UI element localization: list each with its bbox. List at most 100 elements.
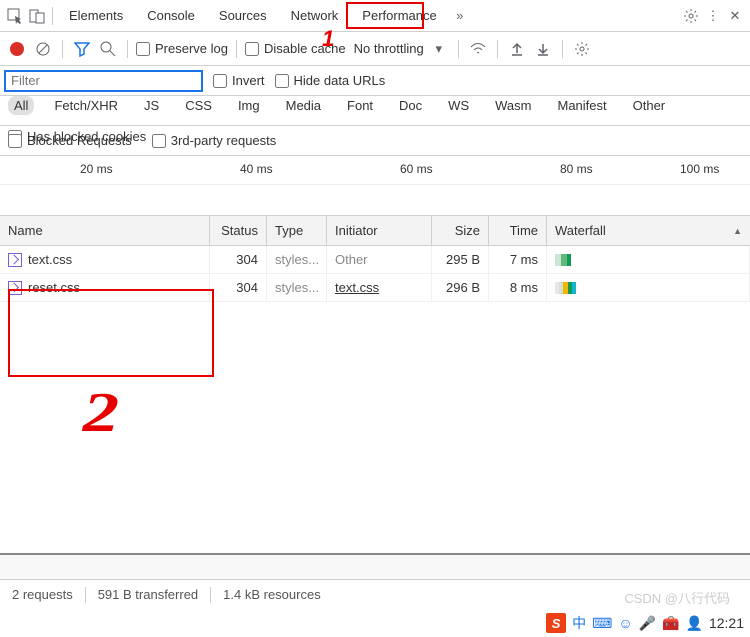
watermark: CSDN @八行代码 — [624, 588, 730, 607]
separator — [236, 40, 237, 58]
download-icon[interactable] — [532, 38, 554, 60]
separator — [562, 40, 563, 58]
filter-other[interactable]: Other — [627, 96, 672, 115]
table-row[interactable]: reset.css 304styles...text.css296 B8 ms — [0, 274, 750, 302]
ime-indicator[interactable]: 中 — [572, 613, 586, 633]
col-size[interactable]: Size — [432, 216, 489, 245]
network-toolbar: Preserve log Disable cache No throttling… — [0, 32, 750, 66]
filter-ws[interactable]: WS — [442, 96, 475, 115]
col-time[interactable]: Time — [489, 216, 547, 245]
sogou-icon[interactable]: S — [546, 613, 566, 633]
request-status: 304 — [210, 246, 267, 273]
annotation-mark-2: 2 — [83, 381, 119, 445]
request-time: 8 ms — [489, 274, 547, 301]
timeline-tick: 80 ms — [560, 162, 593, 176]
col-status[interactable]: Status — [210, 216, 267, 245]
timeline-overview[interactable]: 20 ms 40 ms 60 ms 80 ms 100 ms — [0, 156, 750, 216]
status-resources: 1.4 kB resources — [223, 587, 321, 602]
request-waterfall — [547, 274, 750, 301]
timeline-tick: 40 ms — [240, 162, 273, 176]
search-icon[interactable] — [97, 38, 119, 60]
panel-tabs: Elements Console Sources Network Perform… — [57, 1, 680, 30]
preserve-log-checkbox[interactable]: Preserve log — [136, 41, 228, 56]
request-type: styles... — [267, 274, 327, 301]
request-name: reset.css — [28, 280, 80, 295]
timeline-tick: 100 ms — [680, 162, 719, 176]
filter-font[interactable]: Font — [341, 96, 379, 115]
status-requests: 2 requests — [12, 587, 73, 602]
col-waterfall[interactable]: Waterfall — [547, 216, 750, 245]
tab-network[interactable]: Network — [279, 1, 351, 30]
separator — [62, 40, 63, 58]
request-type: styles... — [267, 246, 327, 273]
disable-cache-checkbox[interactable]: Disable cache — [245, 41, 346, 56]
throttling-select[interactable]: No throttling — [354, 41, 424, 56]
request-initiator[interactable]: text.css — [327, 274, 432, 301]
tray-mic-icon[interactable]: 🎤 — [639, 615, 656, 632]
col-type[interactable]: Type — [267, 216, 327, 245]
filter-all[interactable]: All — [8, 96, 34, 115]
upload-icon[interactable] — [506, 38, 528, 60]
filter-doc[interactable]: Doc — [393, 96, 428, 115]
tab-performance[interactable]: Performance — [350, 1, 448, 30]
clear-icon[interactable] — [32, 38, 54, 60]
separator — [497, 40, 498, 58]
tab-sources[interactable]: Sources — [207, 1, 279, 30]
filter-js[interactable]: JS — [138, 96, 165, 115]
separator — [127, 40, 128, 58]
request-initiator[interactable]: Other — [327, 246, 432, 273]
request-waterfall — [547, 246, 750, 273]
record-button[interactable] — [6, 38, 28, 60]
separator — [52, 7, 53, 25]
chevron-down-icon[interactable]: ▾ — [428, 38, 450, 60]
request-size: 296 B — [432, 274, 489, 301]
inspect-icon[interactable] — [4, 5, 26, 27]
timeline-tick: 60 ms — [400, 162, 433, 176]
filter-wasm[interactable]: Wasm — [489, 96, 537, 115]
filter-css[interactable]: CSS — [179, 96, 218, 115]
table-row[interactable]: text.css 304styles...Other295 B7 ms — [0, 246, 750, 274]
request-time: 7 ms — [489, 246, 547, 273]
blocked-requests-checkbox[interactable]: Blocked Requests — [8, 133, 132, 148]
third-party-checkbox[interactable]: 3rd-party requests — [152, 133, 277, 148]
system-tray: S 中 ⌨ ☺ 🎤 🧰 👤 12:21 — [540, 609, 750, 637]
filter-manifest[interactable]: Manifest — [551, 96, 612, 115]
filter-input[interactable] — [4, 70, 203, 92]
main-toolbar: Elements Console Sources Network Perform… — [0, 0, 750, 32]
filter-fetch[interactable]: Fetch/XHR — [48, 96, 124, 115]
tray-user-icon[interactable]: 👤 — [686, 615, 703, 632]
close-icon[interactable]: ✕ — [724, 5, 746, 27]
stylesheet-icon — [8, 281, 22, 295]
device-icon[interactable] — [26, 5, 48, 27]
request-table-body: text.css304styles...Other295 B7 msreset.… — [0, 246, 750, 302]
settings-icon[interactable] — [680, 5, 702, 27]
status-transferred: 591 B transferred — [98, 587, 198, 602]
filter-icon[interactable] — [71, 38, 93, 60]
more-tabs-icon[interactable]: » — [449, 5, 471, 27]
filter-img[interactable]: Img — [232, 96, 266, 115]
filter-bar: Invert Hide data URLs — [0, 66, 750, 96]
separator — [458, 40, 459, 58]
type-filter-bar: All Fetch/XHR JS CSS Img Media Font Doc … — [0, 96, 750, 126]
tray-tool-icon[interactable]: 🧰 — [662, 615, 679, 632]
request-status: 304 — [210, 274, 267, 301]
kebab-icon[interactable]: ⋮ — [702, 5, 724, 27]
stylesheet-icon — [8, 253, 22, 267]
tray-emoji-icon[interactable]: ☺ — [618, 615, 632, 631]
col-name[interactable]: Name — [0, 216, 210, 245]
tray-keyboard-icon[interactable]: ⌨ — [592, 615, 612, 632]
tab-elements[interactable]: Elements — [57, 1, 135, 30]
tray-clock: 12:21 — [709, 615, 744, 631]
annotation-box-2 — [8, 289, 214, 377]
settings-icon[interactable] — [571, 38, 593, 60]
hide-data-urls-checkbox[interactable]: Hide data URLs — [275, 73, 386, 88]
invert-checkbox[interactable]: Invert — [213, 73, 265, 88]
request-table-header: Name Status Type Initiator Size Time Wat… — [0, 216, 750, 246]
timeline-tick: 20 ms — [80, 162, 113, 176]
request-size: 295 B — [432, 246, 489, 273]
col-initiator[interactable]: Initiator — [327, 216, 432, 245]
request-name: text.css — [28, 252, 72, 267]
tab-console[interactable]: Console — [135, 1, 207, 30]
filter-media[interactable]: Media — [280, 96, 327, 115]
wifi-icon[interactable] — [467, 38, 489, 60]
